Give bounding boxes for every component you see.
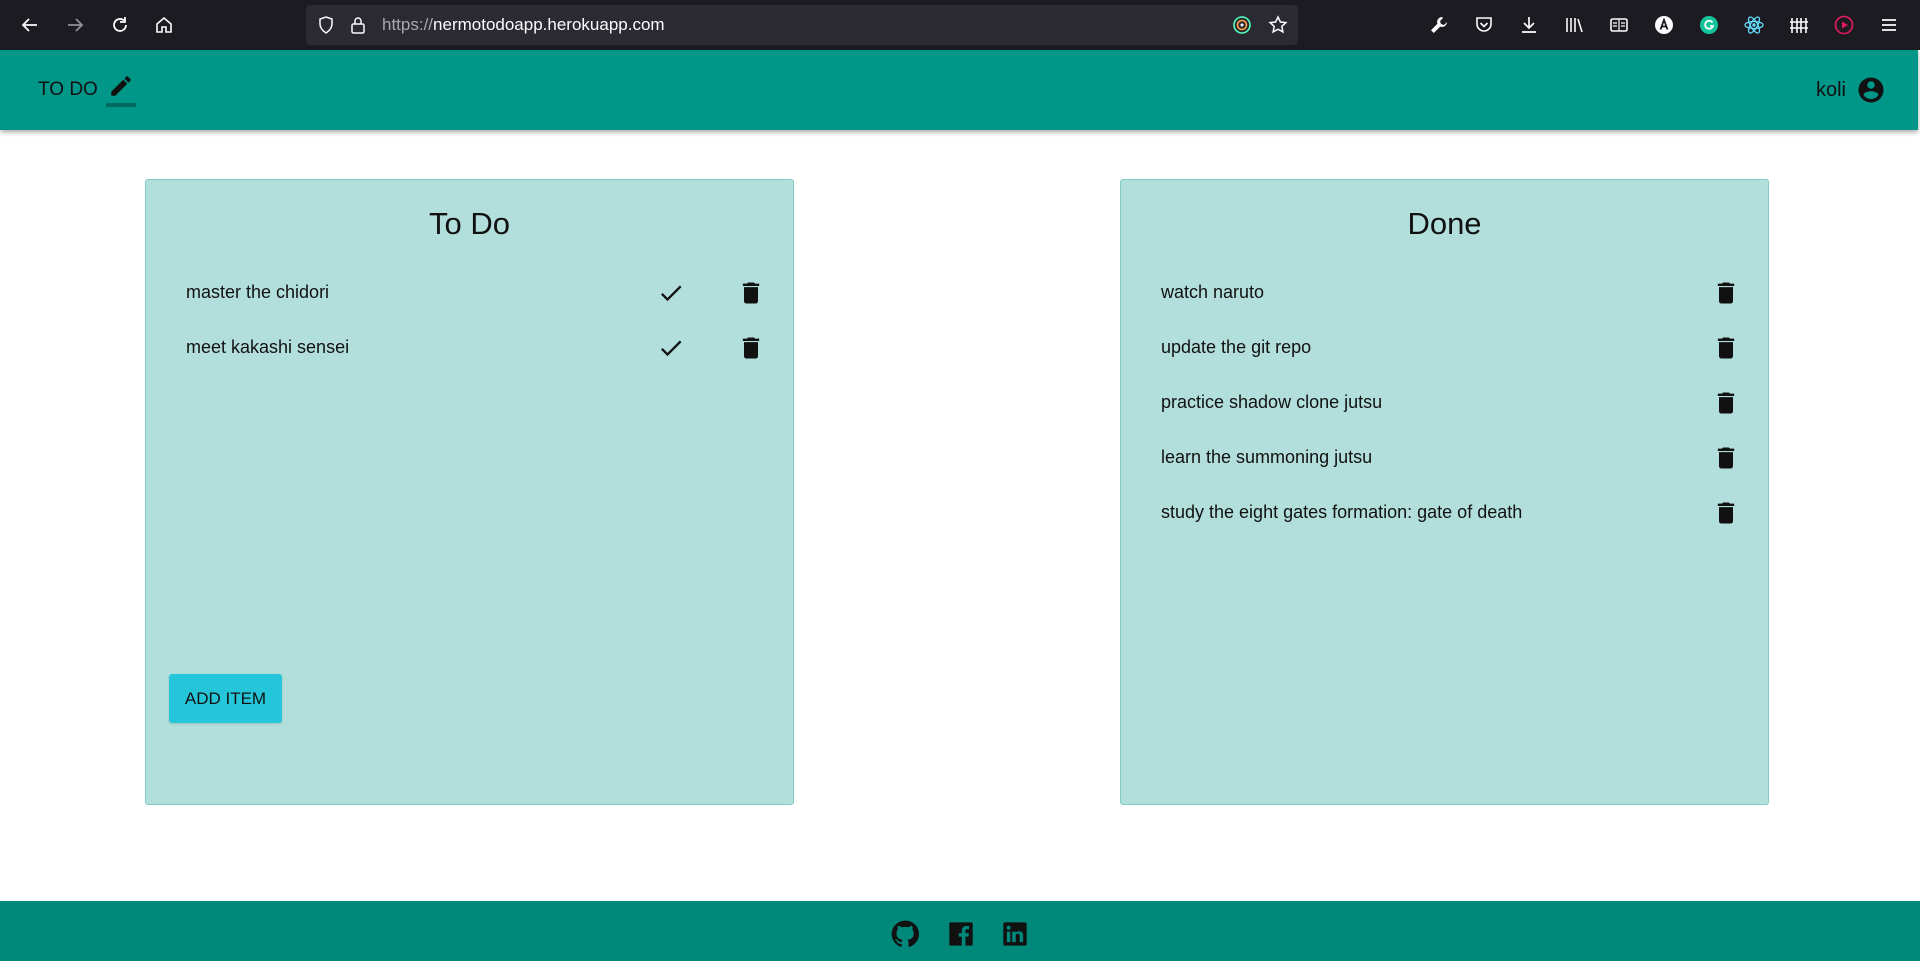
todo-item-label: master the chidori [186, 282, 330, 302]
done-title: Done [1407, 206, 1482, 241]
footer [0, 901, 1920, 961]
app-header: TO DO koli [0, 50, 1918, 130]
url-bar[interactable]: https://nermotodoapp.herokuapp.com [306, 5, 1298, 45]
brand-underline [105, 103, 136, 107]
account-circle-icon [1858, 77, 1884, 103]
done-panel: Done watch naruto update the git repo pr… [1120, 179, 1769, 805]
github-icon[interactable] [890, 919, 920, 949]
todo-panel: To Do master the chidori meet kakashi se… [145, 179, 794, 805]
todo-title: To Do [429, 206, 510, 241]
trash-icon[interactable] [737, 279, 765, 307]
check-icon[interactable] [657, 334, 685, 362]
done-item: update the git repo [1161, 320, 1735, 375]
pocket-icon[interactable] [1471, 12, 1497, 38]
menu-icon[interactable] [1876, 12, 1902, 38]
check-icon[interactable] [657, 279, 685, 307]
lock-icon[interactable] [348, 15, 368, 35]
pencil-icon [105, 73, 136, 107]
username: koli [1815, 78, 1846, 101]
reload-icon [113, 17, 127, 32]
media-play-extension-icon[interactable] [1831, 12, 1857, 38]
done-item-label: watch naruto [1161, 282, 1265, 302]
done-item-label: practice shadow clone jutsu [1161, 392, 1383, 412]
react-devtools-icon[interactable] [1741, 12, 1767, 38]
url-scheme: https:// [382, 15, 434, 34]
done-item: learn the summoning jutsu [1161, 430, 1735, 485]
brand-title: TO DO [38, 79, 98, 100]
trash-icon[interactable] [1712, 444, 1740, 472]
user-menu[interactable]: koli [1816, 50, 1886, 130]
forward-arrow-icon [68, 18, 84, 32]
wrench-icon[interactable] [1426, 12, 1452, 38]
done-item-label: learn the summoning jutsu [1161, 447, 1373, 467]
done-item: practice shadow clone jutsu [1161, 375, 1735, 430]
done-item: watch naruto [1161, 265, 1735, 320]
trash-icon[interactable] [1712, 499, 1740, 527]
back-button[interactable] [15, 10, 45, 40]
todo-item: meet kakashi sensei [186, 320, 760, 375]
done-item-label: update the git repo [1161, 337, 1312, 357]
home-icon [156, 16, 172, 33]
forward-button[interactable] [60, 10, 90, 40]
download-icon[interactable] [1516, 12, 1542, 38]
done-item: study the eight gates formation: gate of… [1161, 485, 1735, 540]
grammarly-icon[interactable] [1696, 12, 1722, 38]
home-button[interactable] [149, 10, 179, 40]
extension-target-icon[interactable] [1232, 15, 1252, 35]
trash-icon[interactable] [1712, 389, 1740, 417]
done-item-label: study the eight gates formation: gate of… [1161, 502, 1523, 522]
trash-icon[interactable] [1712, 334, 1740, 362]
url-host: nermotodoapp.herokuapp.com [433, 15, 665, 34]
trash-icon[interactable] [737, 334, 765, 362]
linkedin-icon[interactable] [1000, 919, 1030, 949]
library-icon[interactable] [1561, 12, 1587, 38]
reload-button[interactable] [105, 10, 135, 40]
add-item-button[interactable]: ADD ITEM [169, 674, 282, 723]
bookmark-star-icon[interactable] [1268, 15, 1288, 35]
fence-extension-icon[interactable] [1786, 12, 1812, 38]
todo-item-label: meet kakashi sensei [186, 337, 350, 357]
todo-item: master the chidori [186, 265, 760, 320]
tracking-shield-icon[interactable] [316, 15, 336, 35]
url-text: https://nermotodoapp.herokuapp.com [382, 5, 665, 45]
trash-icon[interactable] [1712, 279, 1740, 307]
reader-view-icon[interactable] [1606, 12, 1632, 38]
facebook-icon[interactable] [946, 919, 976, 949]
brand-link[interactable]: TO DO [38, 50, 136, 130]
back-arrow-icon [21, 18, 37, 32]
browser-toolbar: https://nermotodoapp.herokuapp.com [0, 0, 1920, 50]
extension-a-icon[interactable] [1651, 12, 1677, 38]
